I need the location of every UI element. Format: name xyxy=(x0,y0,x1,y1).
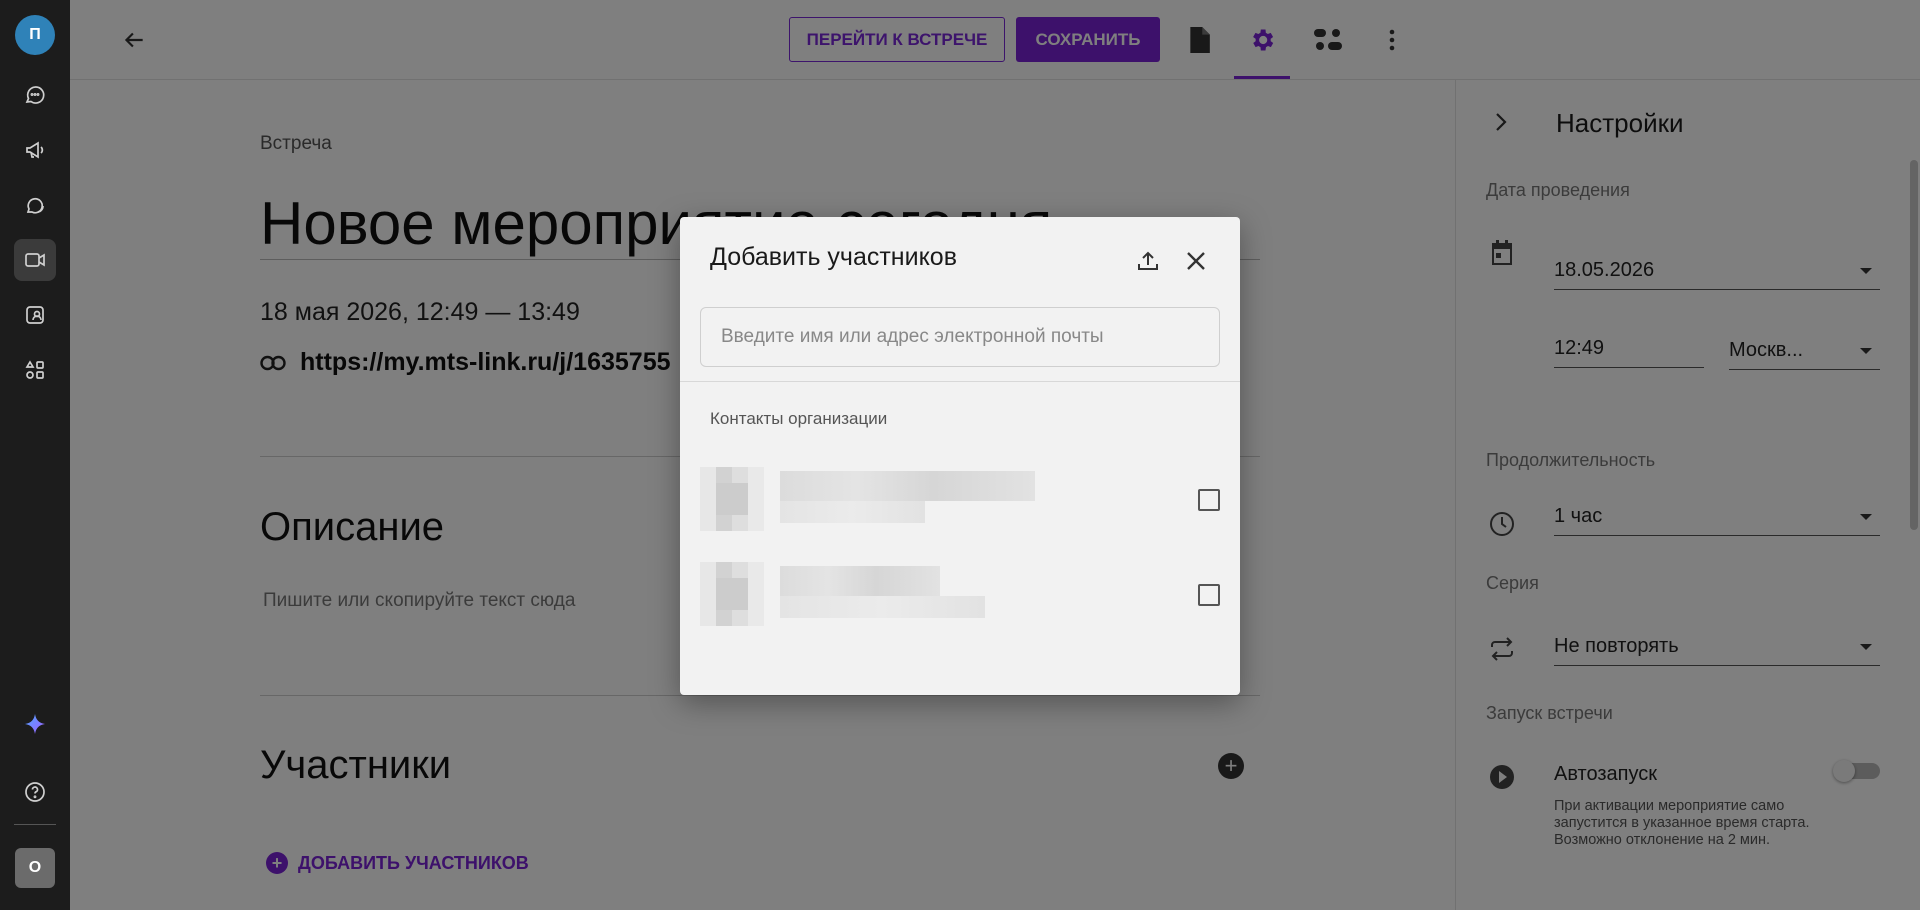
upload-icon[interactable] xyxy=(1132,245,1164,277)
participant-search-input[interactable]: Введите имя или адрес электронной почты xyxy=(700,307,1220,367)
contact-email-redacted xyxy=(780,501,925,523)
org-contacts-label: Контакты организации xyxy=(710,409,888,428)
video-icon[interactable] xyxy=(14,239,56,281)
dialog-divider xyxy=(680,381,1240,382)
close-icon[interactable] xyxy=(1180,245,1212,277)
contact-name-redacted xyxy=(780,566,940,596)
user-avatar[interactable]: П xyxy=(15,15,55,55)
avatar-letter: П xyxy=(29,26,41,43)
ai-sparkle-icon[interactable] xyxy=(14,703,56,745)
contact-name-redacted xyxy=(780,471,1035,501)
contact-card-icon[interactable] xyxy=(14,294,56,336)
contact-checkbox[interactable] xyxy=(1198,489,1220,511)
apps-icon[interactable] xyxy=(14,349,56,391)
chat-icon[interactable] xyxy=(14,74,56,116)
contact-checkbox[interactable] xyxy=(1198,584,1220,606)
dialog-title: Добавить участников xyxy=(710,243,957,271)
contact-row[interactable] xyxy=(700,467,1220,531)
contact-email-redacted xyxy=(780,596,985,618)
help-icon[interactable] xyxy=(14,771,56,813)
contact-avatar xyxy=(700,562,764,626)
threads-icon[interactable] xyxy=(14,184,56,226)
megaphone-icon[interactable] xyxy=(14,129,56,171)
org-letter: О xyxy=(28,859,42,876)
contact-avatar xyxy=(700,467,764,531)
add-participants-dialog: Добавить участников Введите имя или адре… xyxy=(680,217,1240,695)
org-avatar[interactable]: О xyxy=(15,848,55,888)
app-rail: П О xyxy=(0,0,70,910)
rail-divider xyxy=(14,824,56,825)
contact-row[interactable] xyxy=(700,562,1220,626)
